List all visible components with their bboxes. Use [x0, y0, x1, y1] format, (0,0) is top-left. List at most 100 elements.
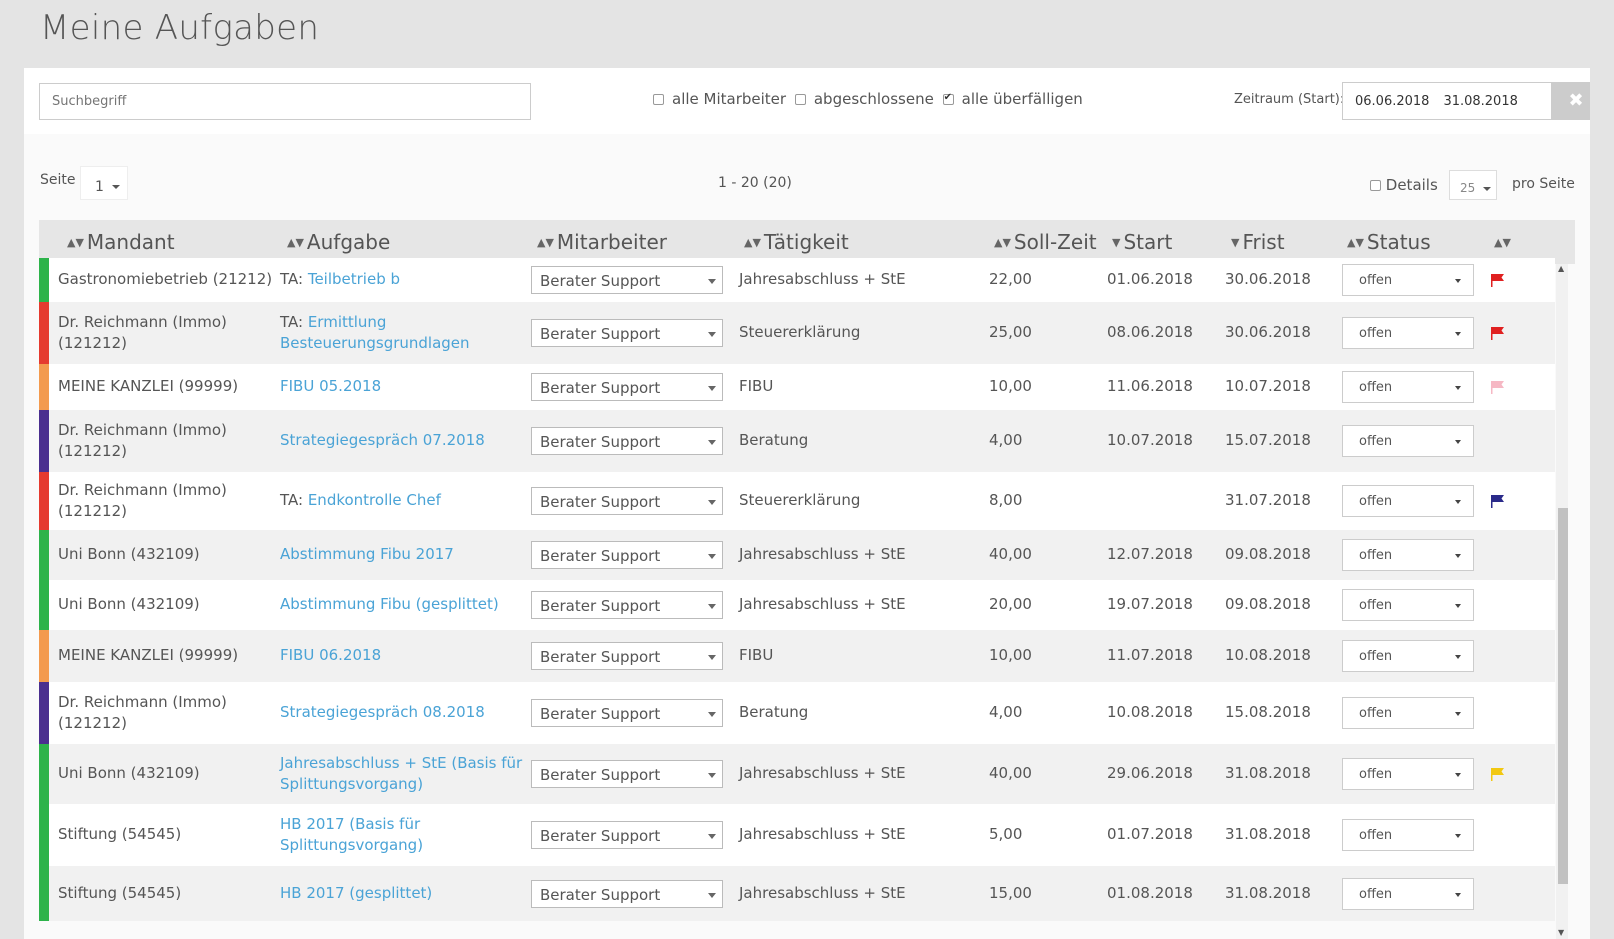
start-cell: 01.07.2018: [1107, 825, 1193, 843]
status-select[interactable]: offen: [1342, 640, 1474, 672]
status-select[interactable]: offen: [1342, 697, 1474, 729]
aufgabe-link[interactable]: Strategiegespräch 07.2018: [280, 431, 485, 449]
table-row[interactable]: MEINE KANZLEI (99999) FIBU 06.2018 Berater…: [39, 630, 1555, 682]
priority-flag-icon[interactable]: [1490, 273, 1506, 287]
mandant-text: Uni Bonn (432109): [58, 764, 200, 782]
dropdown-arrow-icon: [1455, 604, 1461, 608]
col-mandant[interactable]: ▲▼ Mandant: [67, 230, 175, 254]
status-select[interactable]: offen: [1342, 371, 1474, 403]
mandant-text: MEINE KANZLEI (99999): [58, 646, 239, 664]
table-row[interactable]: Gastronomiebetrieb (21212) TA: Teilbetrie…: [39, 258, 1555, 302]
mandant-color-bar: [39, 682, 49, 744]
aufgabe-link[interactable]: Strategiegespräch 08.2018: [280, 703, 485, 721]
table-row[interactable]: Dr. Reichmann (Immo) (121212) TA: Ermittlu…: [39, 302, 1555, 364]
abgeschlossene-checkbox[interactable]: [794, 94, 806, 105]
table-row[interactable]: Uni Bonn (432109) Jahresabschluss + StE (…: [39, 744, 1555, 804]
mitarbeiter-select[interactable]: Berater Support: [531, 591, 723, 619]
table-row[interactable]: Dr. Reichmann (Immo) (121212) Strategieges…: [39, 682, 1555, 744]
priority-flag-icon[interactable]: [1490, 326, 1506, 340]
col-mitarbeiter[interactable]: ▲▼ Mitarbeiter: [537, 230, 667, 254]
per-page-select[interactable]: 25: [1449, 170, 1497, 200]
aufgabe-link[interactable]: Endkontrolle Chef: [308, 491, 441, 509]
dropdown-arrow-icon: [708, 554, 716, 559]
mitarbeiter-select[interactable]: Berater Support: [531, 373, 723, 401]
aufgabe-prefix: TA:: [280, 270, 308, 288]
priority-flag-icon[interactable]: [1490, 494, 1506, 508]
mitarbeiter-select[interactable]: Berater Support: [531, 880, 723, 908]
aufgabe-link[interactable]: HB 2017 (Basis für: [280, 815, 420, 833]
col-soll-zeit[interactable]: ▲▼ Soll-Zeit: [994, 230, 1097, 254]
dropdown-arrow-icon: [708, 500, 716, 505]
aufgabe-link[interactable]: Splittungsvorgang): [280, 775, 423, 793]
status-select[interactable]: offen: [1342, 819, 1474, 851]
aufgabe-link[interactable]: Abstimmung Fibu (gesplittet): [280, 595, 499, 613]
dropdown-arrow-icon: [1455, 500, 1461, 504]
page-select[interactable]: 1: [80, 166, 128, 200]
status-select[interactable]: offen: [1342, 878, 1474, 910]
clear-date-button[interactable]: ✖: [1552, 82, 1590, 120]
search-input[interactable]: [39, 83, 531, 120]
col-start[interactable]: ▼ Start: [1112, 230, 1172, 254]
mandant-text: (121212): [58, 334, 127, 352]
dropdown-arrow-icon: [708, 834, 716, 839]
mitarbeiter-select[interactable]: Berater Support: [531, 427, 723, 455]
table-row[interactable]: Uni Bonn (432109) Abstimmung Fibu 2017 Ber…: [39, 530, 1555, 580]
details-checkbox[interactable]: [1370, 180, 1381, 191]
priority-flag-icon[interactable]: [1490, 767, 1506, 781]
col-flag[interactable]: ▲▼: [1494, 230, 1514, 254]
mitarbeiter-select[interactable]: Berater Support: [531, 760, 723, 788]
aufgabe-link[interactable]: Ermittlung: [308, 313, 387, 331]
mitarbeiter-select[interactable]: Berater Support: [531, 642, 723, 670]
status-select[interactable]: offen: [1342, 485, 1474, 517]
scroll-up-icon[interactable]: ▲: [1558, 264, 1564, 273]
start-cell: 01.08.2018: [1107, 884, 1193, 902]
mitarbeiter-select[interactable]: Berater Support: [531, 319, 723, 347]
dropdown-arrow-icon: [1455, 655, 1461, 659]
alle-mitarbeiter-checkbox[interactable]: [653, 94, 664, 105]
status-select[interactable]: offen: [1342, 425, 1474, 457]
mitarbeiter-select[interactable]: Berater Support: [531, 821, 723, 849]
aufgabe-link[interactable]: FIBU 06.2018: [280, 646, 381, 664]
aufgabe-link[interactable]: FIBU 05.2018: [280, 377, 381, 395]
col-status[interactable]: ▲▼ Status: [1347, 230, 1431, 254]
aufgabe-link[interactable]: Jahresabschluss + StE (Basis für: [280, 754, 522, 772]
date-range-input[interactable]: 06.06.2018 31.08.2018: [1342, 82, 1552, 120]
table-row[interactable]: MEINE KANZLEI (99999) FIBU 05.2018 Berater…: [39, 364, 1555, 410]
mandant-cell: Dr. Reichmann (Immo) (121212): [58, 480, 227, 522]
priority-flag-icon[interactable]: [1490, 380, 1506, 394]
status-select[interactable]: offen: [1342, 317, 1474, 349]
aufgabe-link[interactable]: Abstimmung Fibu 2017: [280, 545, 454, 563]
aufgabe-cell: TA: Ermittlung Besteuerungsgrundlagen: [280, 312, 470, 354]
mitarbeiter-select[interactable]: Berater Support: [531, 541, 723, 569]
mandant-color-bar: [39, 258, 49, 302]
dropdown-arrow-icon: [1455, 773, 1461, 777]
col-frist[interactable]: ▼ Frist: [1231, 230, 1285, 254]
mitarbeiter-select[interactable]: Berater Support: [531, 699, 723, 727]
mandant-color-bar: [39, 530, 49, 580]
table-row[interactable]: Dr. Reichmann (Immo) (121212) TA: Endkontr…: [39, 472, 1555, 530]
table-row[interactable]: Stiftung (54545) HB 2017 (Basis für Splitt…: [39, 804, 1555, 866]
scrollbar[interactable]: ▲ ▼: [1556, 264, 1568, 939]
aufgabe-link[interactable]: Splittungsvorgang): [280, 836, 423, 854]
status-select[interactable]: offen: [1342, 264, 1474, 296]
mandant-color-bar: [39, 744, 49, 804]
details-toggle[interactable]: Details: [1370, 176, 1438, 194]
aufgabe-link[interactable]: HB 2017 (gesplittet): [280, 884, 432, 902]
aufgabe-link[interactable]: Besteuerungsgrundlagen: [280, 334, 470, 352]
alle-ueberfaelligen-checkbox[interactable]: [942, 92, 954, 105]
scroll-down-icon[interactable]: ▼: [1558, 928, 1564, 937]
col-taetigkeit[interactable]: ▲▼ Tätigkeit: [744, 230, 849, 254]
status-select[interactable]: offen: [1342, 539, 1474, 571]
aufgabe-link[interactable]: Teilbetrieb b: [308, 270, 400, 288]
status-select[interactable]: offen: [1342, 589, 1474, 621]
dropdown-arrow-icon: [708, 440, 716, 445]
table-row[interactable]: Dr. Reichmann (Immo) (121212) Strategieges…: [39, 410, 1555, 472]
col-aufgabe[interactable]: ▲▼ Aufgabe: [287, 230, 390, 254]
mitarbeiter-select[interactable]: Berater Support: [531, 487, 723, 515]
mitarbeiter-select[interactable]: Berater Support: [531, 266, 723, 294]
table-row[interactable]: Uni Bonn (432109) Abstimmung Fibu (gespli…: [39, 580, 1555, 630]
table-row[interactable]: Stiftung (54545) HB 2017 (gesplittet) Bera…: [39, 866, 1555, 921]
mandant-text: Uni Bonn (432109): [58, 595, 200, 613]
status-select[interactable]: offen: [1342, 758, 1474, 790]
scroll-thumb[interactable]: [1558, 508, 1568, 884]
